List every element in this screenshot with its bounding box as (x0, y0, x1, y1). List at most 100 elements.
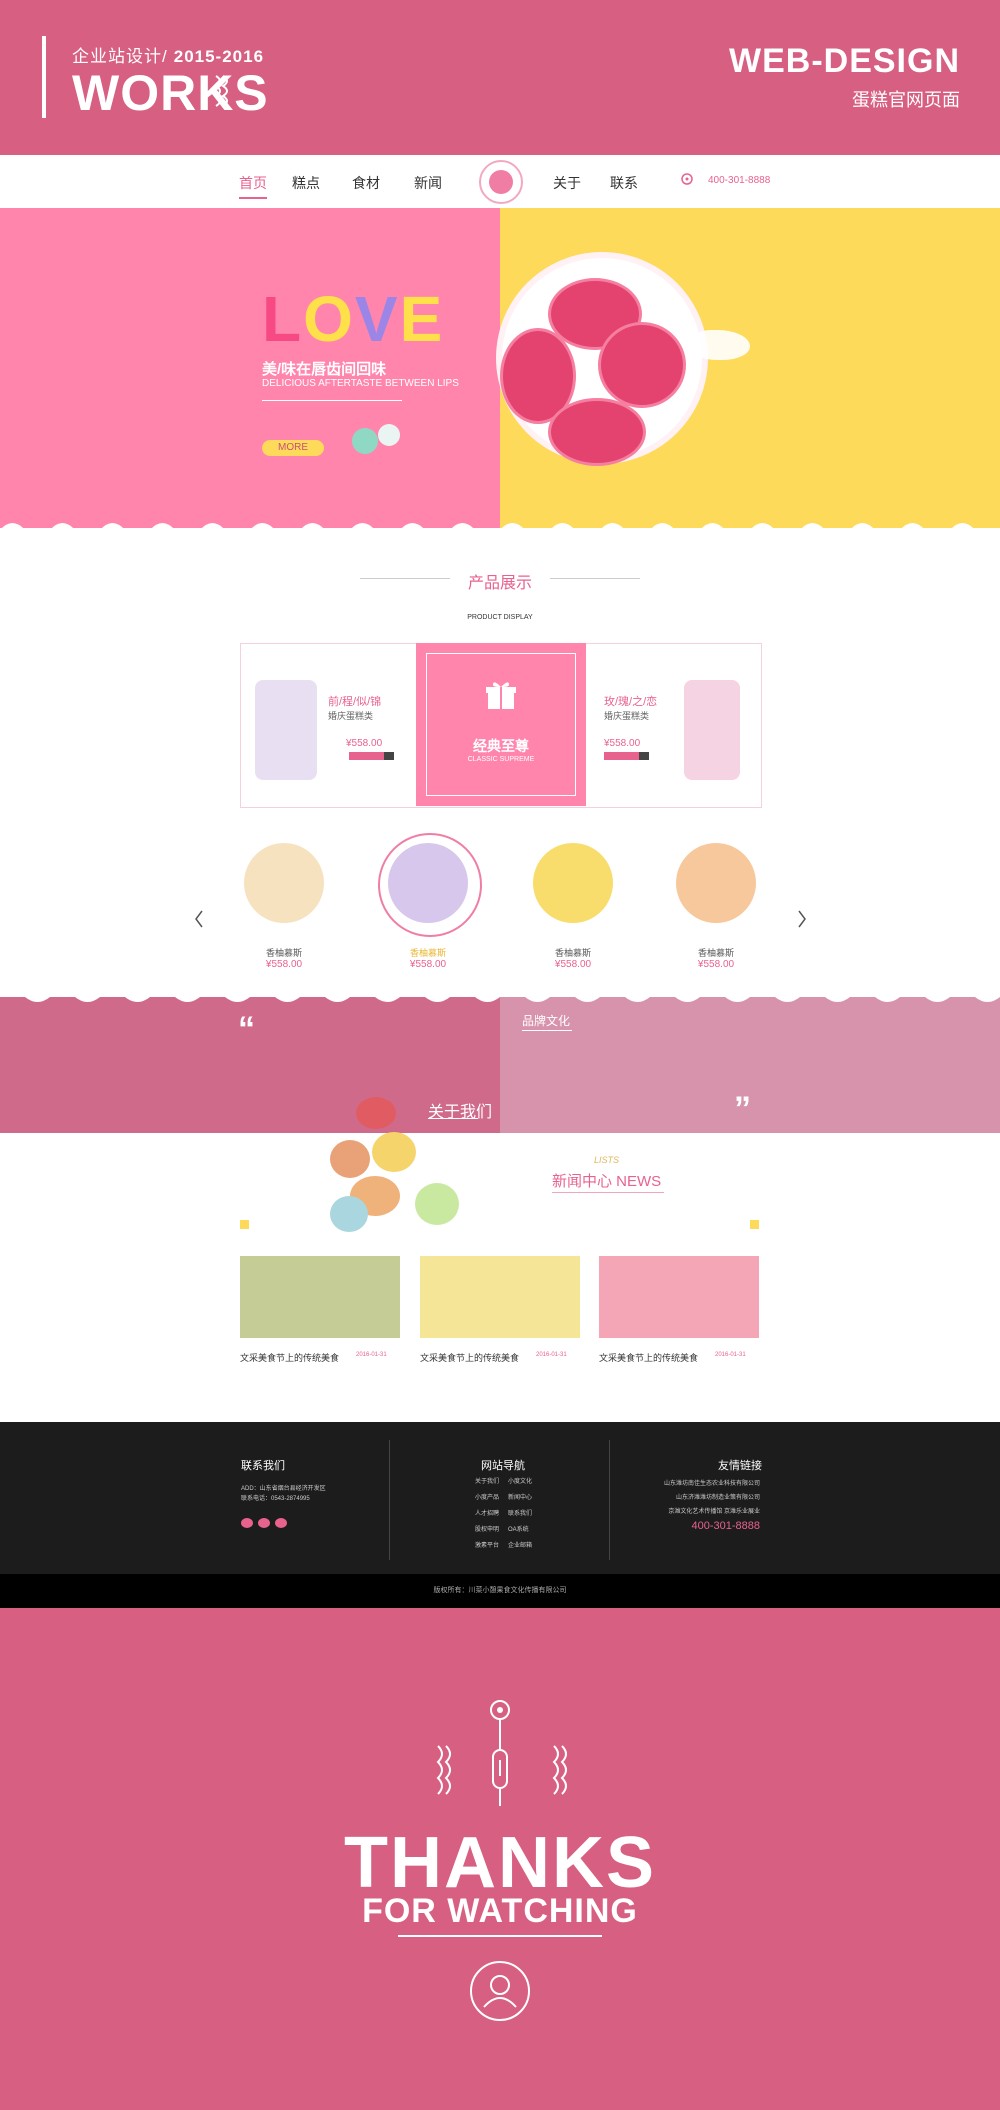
hero-love-title: LOVE (262, 282, 444, 356)
cake-price: ¥558.00 (409, 959, 447, 970)
news-title: 新闻中心 NEWS (552, 1173, 662, 1190)
header-works: WORKS (72, 65, 269, 121)
weibo-icon[interactable] (275, 1518, 287, 1528)
header-right-title: WEB-DESIGN (729, 42, 960, 80)
header-right-subtitle: 蛋糕官网页面 (852, 90, 960, 110)
cake-image (684, 680, 740, 780)
footer-friend-link[interactable]: 京潍文化艺术传播馆 京潍乐业展业 (620, 1508, 760, 1517)
love-letter: V (354, 283, 400, 355)
logo-cake-icon (489, 170, 513, 194)
footer-contact-title: 联系我们 (241, 1460, 285, 1472)
nav-item-ingredients[interactable]: 食材 (352, 173, 380, 193)
chevron-right-icon[interactable] (796, 909, 808, 929)
products-title: 产品展示 (467, 575, 532, 592)
footer-nav-link[interactable]: 关于我们 (475, 1478, 499, 1487)
footer-nav-link[interactable]: 新闻中心 (508, 1494, 532, 1503)
arrow-icon[interactable] (639, 752, 649, 760)
cake-image[interactable] (388, 843, 468, 923)
footer-nav-link[interactable]: 企业邮箱 (508, 1542, 532, 1551)
copyright-bar: 版权所有：川菜小憩果食文化传播有限公司 (0, 1574, 1000, 1608)
user-icon (470, 1961, 530, 2021)
decorative-thermometer-icon (436, 1700, 567, 1806)
wave-divider (0, 987, 1000, 1002)
product-right-price: ¥558.00 (604, 738, 641, 749)
footer-nav-link[interactable]: 股权申明 (475, 1526, 499, 1535)
macaron-image (330, 1140, 370, 1178)
news-bullet-left (240, 1220, 249, 1229)
hero-divider (262, 400, 402, 401)
news-item-date: 2016-01-31 (536, 1352, 567, 1358)
footer-nav-link[interactable]: 激素平台 (475, 1542, 499, 1551)
footer-divider (609, 1440, 610, 1560)
news-item-date: 2016-01-31 (356, 1352, 387, 1358)
macaron-image (330, 1196, 368, 1232)
news-item-title[interactable]: 文采美食节上的传统美食 (599, 1351, 698, 1364)
product-right-buy-button[interactable] (604, 752, 639, 760)
phone-icon (681, 173, 693, 185)
quote-close-icon: ” (734, 1090, 751, 1128)
center-title: 经典至尊 (473, 738, 529, 754)
footer-nav-title: 网站导航 (481, 1460, 525, 1472)
product-right-type: 婚庆蛋糕类 (604, 711, 650, 721)
brand-underline (522, 1030, 572, 1031)
hero-subheadline: DELICIOUS AFTERTASTE BETWEEN LIPS (262, 378, 459, 389)
nav-phone: 400-301-8888 (708, 175, 771, 186)
qq-icon[interactable] (258, 1518, 270, 1528)
news-item-title[interactable]: 文采美食节上的传统美食 (420, 1351, 519, 1364)
macaron-image (378, 424, 400, 446)
news-image[interactable] (599, 1256, 759, 1338)
center-card-frame (426, 653, 576, 796)
news-item-date: 2016-01-31 (715, 1352, 746, 1358)
brand-logo[interactable] (479, 160, 523, 204)
milk-splash-image (690, 330, 750, 360)
cake-price: ¥558.00 (697, 959, 735, 970)
love-letter: E (399, 283, 445, 355)
gift-icon (486, 682, 516, 709)
footer-address: ADD：山东省烟台县经济开发区 (241, 1486, 326, 1492)
product-center-card[interactable]: 经典至尊 CLASSIC SUPREME (416, 643, 586, 806)
footer-nav-link[interactable]: OA系统 (508, 1526, 529, 1535)
hero-more-button[interactable]: MORE (262, 440, 324, 456)
love-letter: O (303, 283, 355, 355)
product-left-name: 前/程/似/锦 (328, 696, 382, 708)
cake-name: 香柚慕斯 (554, 948, 591, 958)
footer-friend-link[interactable]: 山东济潍潍坊制造业策有限公司 (620, 1494, 760, 1503)
news-item-title[interactable]: 文采美食节上的传统美食 (240, 1351, 339, 1364)
news-image[interactable] (420, 1256, 580, 1338)
footer-nav-link[interactable]: 联系我们 (508, 1510, 532, 1519)
nav-item-pastry[interactable]: 糕点 (292, 173, 320, 193)
brand-culture-title: 品牌文化 (522, 1014, 571, 1028)
footer (0, 1422, 1000, 1574)
cake-image[interactable] (533, 843, 613, 923)
nav-item-home[interactable]: 首页 (239, 173, 267, 199)
title-line-right (550, 578, 640, 579)
footer-nav-link[interactable]: 小度文化 (508, 1478, 532, 1487)
nav-item-contact[interactable]: 联系 (610, 173, 638, 193)
product-right-name: 玫/瑰/之/恋 (604, 696, 658, 708)
hero-left-panel (0, 208, 500, 528)
hero-headline: 美/味在唇齿间回味 (262, 361, 387, 378)
cake-image[interactable] (676, 843, 756, 923)
product-left-price: ¥558.00 (346, 738, 383, 749)
header-divider (42, 36, 46, 118)
product-left-buy-button[interactable] (349, 752, 384, 760)
watching-subtitle: FOR WATCHING (362, 1892, 638, 1930)
cake-name: 香柚慕斯 (265, 948, 302, 958)
cake-image[interactable] (244, 843, 324, 923)
macaron-image (356, 1097, 396, 1129)
news-image[interactable] (240, 1256, 400, 1338)
main-nav: 首页 糕点 食材 新闻 关于 联系 400-301-8888 (0, 155, 1000, 209)
nav-item-about[interactable]: 关于 (553, 173, 581, 193)
macaron-image (352, 428, 378, 454)
chevron-left-icon[interactable] (193, 909, 205, 929)
macaron-image (548, 398, 646, 466)
footer-phone: 联系电话：0543-2874995 (241, 1496, 310, 1502)
footer-hotline: 400-301-8888 (691, 1520, 760, 1532)
nav-item-news[interactable]: 新闻 (414, 173, 442, 193)
wechat-icon[interactable] (241, 1518, 253, 1528)
footer-friend-link[interactable]: 山东潍坊南佳生态农业科技有限公司 (620, 1480, 760, 1489)
arrow-icon[interactable] (384, 752, 394, 760)
footer-nav-link[interactable]: 小度产品 (475, 1494, 499, 1503)
cake-image (255, 680, 317, 780)
footer-nav-link[interactable]: 人才招聘 (475, 1510, 499, 1519)
